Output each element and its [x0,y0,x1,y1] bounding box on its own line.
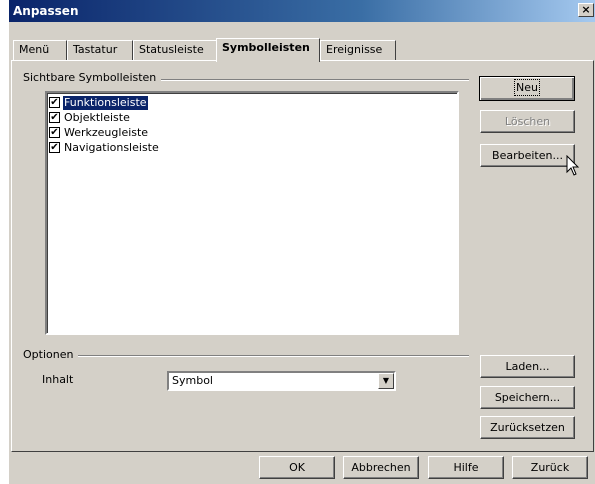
options-label: Optionen [23,348,79,361]
check-icon[interactable]: ✔ [49,97,60,108]
check-icon[interactable]: ✔ [49,127,60,138]
tab-label: Statusleiste [139,43,204,56]
reset-button-label: Zurücksetzen [490,421,565,434]
delete-button-label: Löschen [504,115,551,128]
tab-label: Symbolleisten [222,41,310,54]
title-bar[interactable]: Anpassen × [9,0,595,22]
back-button[interactable]: Zurück [512,456,588,479]
back-button-label: Zurück [530,461,570,474]
tab-label: Ereignisse [326,43,383,56]
cancel-button[interactable]: Abbrechen [343,456,419,479]
ok-button-label: OK [289,461,305,474]
list-item[interactable]: ✔ Navigationsleiste [49,140,455,155]
customize-dialog: Anpassen × Menü Tastatur Statusleiste Sy… [8,0,595,484]
tab-label: Menü [19,43,50,56]
tab-keyboard[interactable]: Tastatur [67,40,133,60]
content-select-value: Symbol [172,374,213,387]
tab-toolbars[interactable]: Symbolleisten [216,38,320,62]
tab-label: Tastatur [73,43,118,56]
check-icon[interactable]: ✔ [49,112,60,123]
list-item-label: Navigationsleiste [64,140,159,154]
close-icon[interactable]: × [578,3,594,17]
chevron-down-icon[interactable]: ▼ [378,373,394,389]
load-button-label: Laden... [505,360,550,373]
ok-button[interactable]: OK [259,456,335,479]
save-button-label: Speichern... [494,391,561,404]
reset-button[interactable]: Zurücksetzen [480,416,575,439]
group-divider [23,355,469,357]
list-item[interactable]: ✔ Funktionsleiste [49,94,455,111]
help-button[interactable]: Hilfe [428,456,504,479]
new-button-label: Neu [514,79,540,96]
list-item[interactable]: ✔ Werkzeugleiste [49,125,455,140]
content-label: Inhalt [42,373,74,386]
content-select[interactable]: Symbol ▼ [167,371,396,391]
tab-statusbar[interactable]: Statusleiste [133,40,217,60]
load-button[interactable]: Laden... [480,355,575,378]
edit-button-label: Bearbeiten... [492,149,563,162]
list-item-label: Funktionsleiste [62,94,149,111]
toolbars-list[interactable]: ✔ Funktionsleiste ✔ Objektleiste ✔ Werkz… [45,91,459,335]
list-item[interactable]: ✔ Objektleiste [49,110,455,125]
window-title: Anpassen [13,4,79,18]
cancel-button-label: Abbrechen [351,461,411,474]
tab-events[interactable]: Ereignisse [320,40,396,60]
save-button[interactable]: Speichern... [480,386,575,409]
check-icon[interactable]: ✔ [49,142,60,153]
new-button[interactable]: Neu [479,76,575,101]
help-button-label: Hilfe [453,461,479,474]
mouse-cursor-icon [566,155,580,176]
list-item-label: Werkzeugleiste [64,125,149,139]
edit-button[interactable]: Bearbeiten... [480,144,575,167]
list-item-label: Objektleiste [64,110,130,124]
visible-toolbars-label: Sichtbare Symbolleisten [23,71,162,84]
tab-menu[interactable]: Menü [13,40,67,60]
delete-button[interactable]: Löschen [480,110,575,133]
